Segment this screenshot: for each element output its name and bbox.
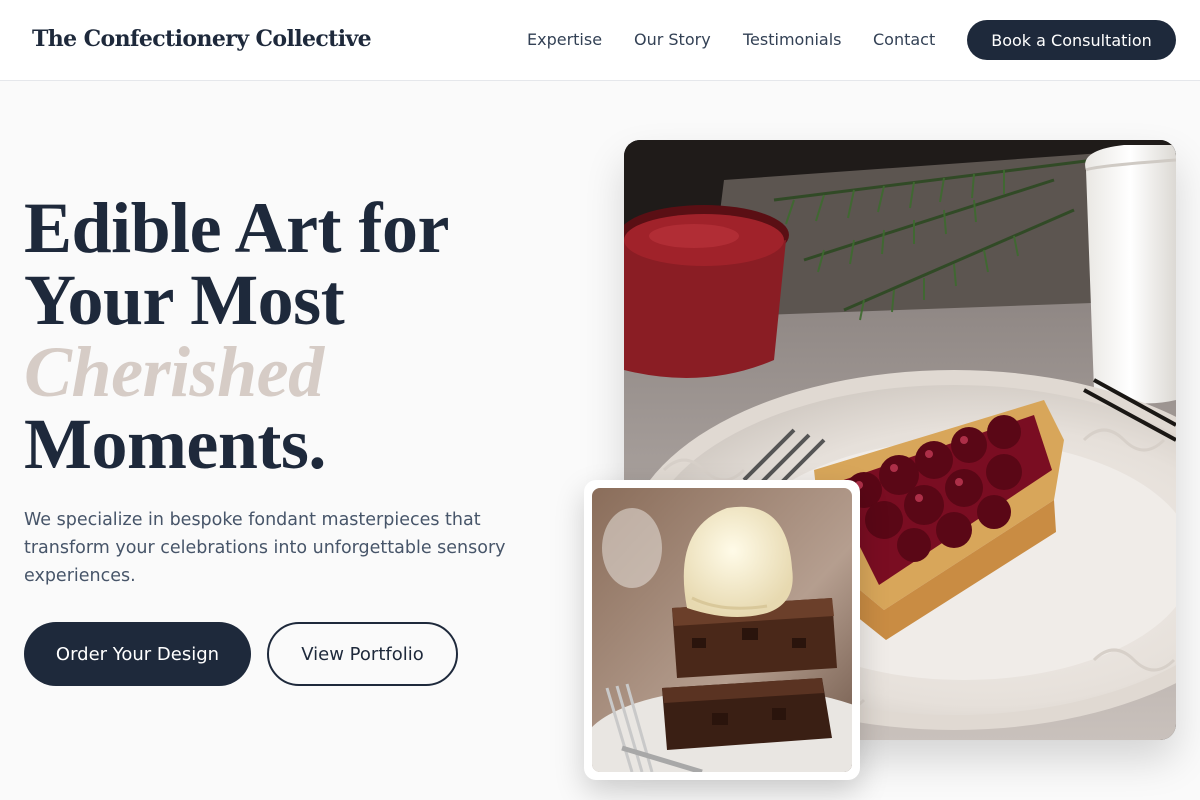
view-portfolio-button[interactable]: View Portfolio xyxy=(267,622,458,686)
brownie-illustration xyxy=(592,488,852,772)
headline-accent: Cherished xyxy=(24,332,324,412)
top-navigation: The Confectionery Collective Expertise O… xyxy=(0,0,1200,81)
headline-line-1: Edible Art for xyxy=(24,188,449,268)
nav-link-testimonials[interactable]: Testimonials xyxy=(743,30,842,49)
nav-link-expertise[interactable]: Expertise xyxy=(527,30,602,49)
book-consultation-button[interactable]: Book a Consultation xyxy=(967,20,1176,60)
hero-headline: Edible Art for Your Most Cherished Momen… xyxy=(24,192,449,480)
headline-line-2: Your Most xyxy=(24,260,345,340)
order-design-button[interactable]: Order Your Design xyxy=(24,622,251,686)
brownie-image-frame xyxy=(584,480,860,780)
nav-link-our-story[interactable]: Our Story xyxy=(634,30,711,49)
nav-link-contact[interactable]: Contact xyxy=(873,30,935,49)
brownie-ice-cream-image xyxy=(592,488,852,772)
brand-logo[interactable]: The Confectionery Collective xyxy=(32,26,372,52)
headline-line-4: Moments. xyxy=(24,404,326,484)
hero-subtitle: We specialize in bespoke fondant masterp… xyxy=(24,510,506,586)
